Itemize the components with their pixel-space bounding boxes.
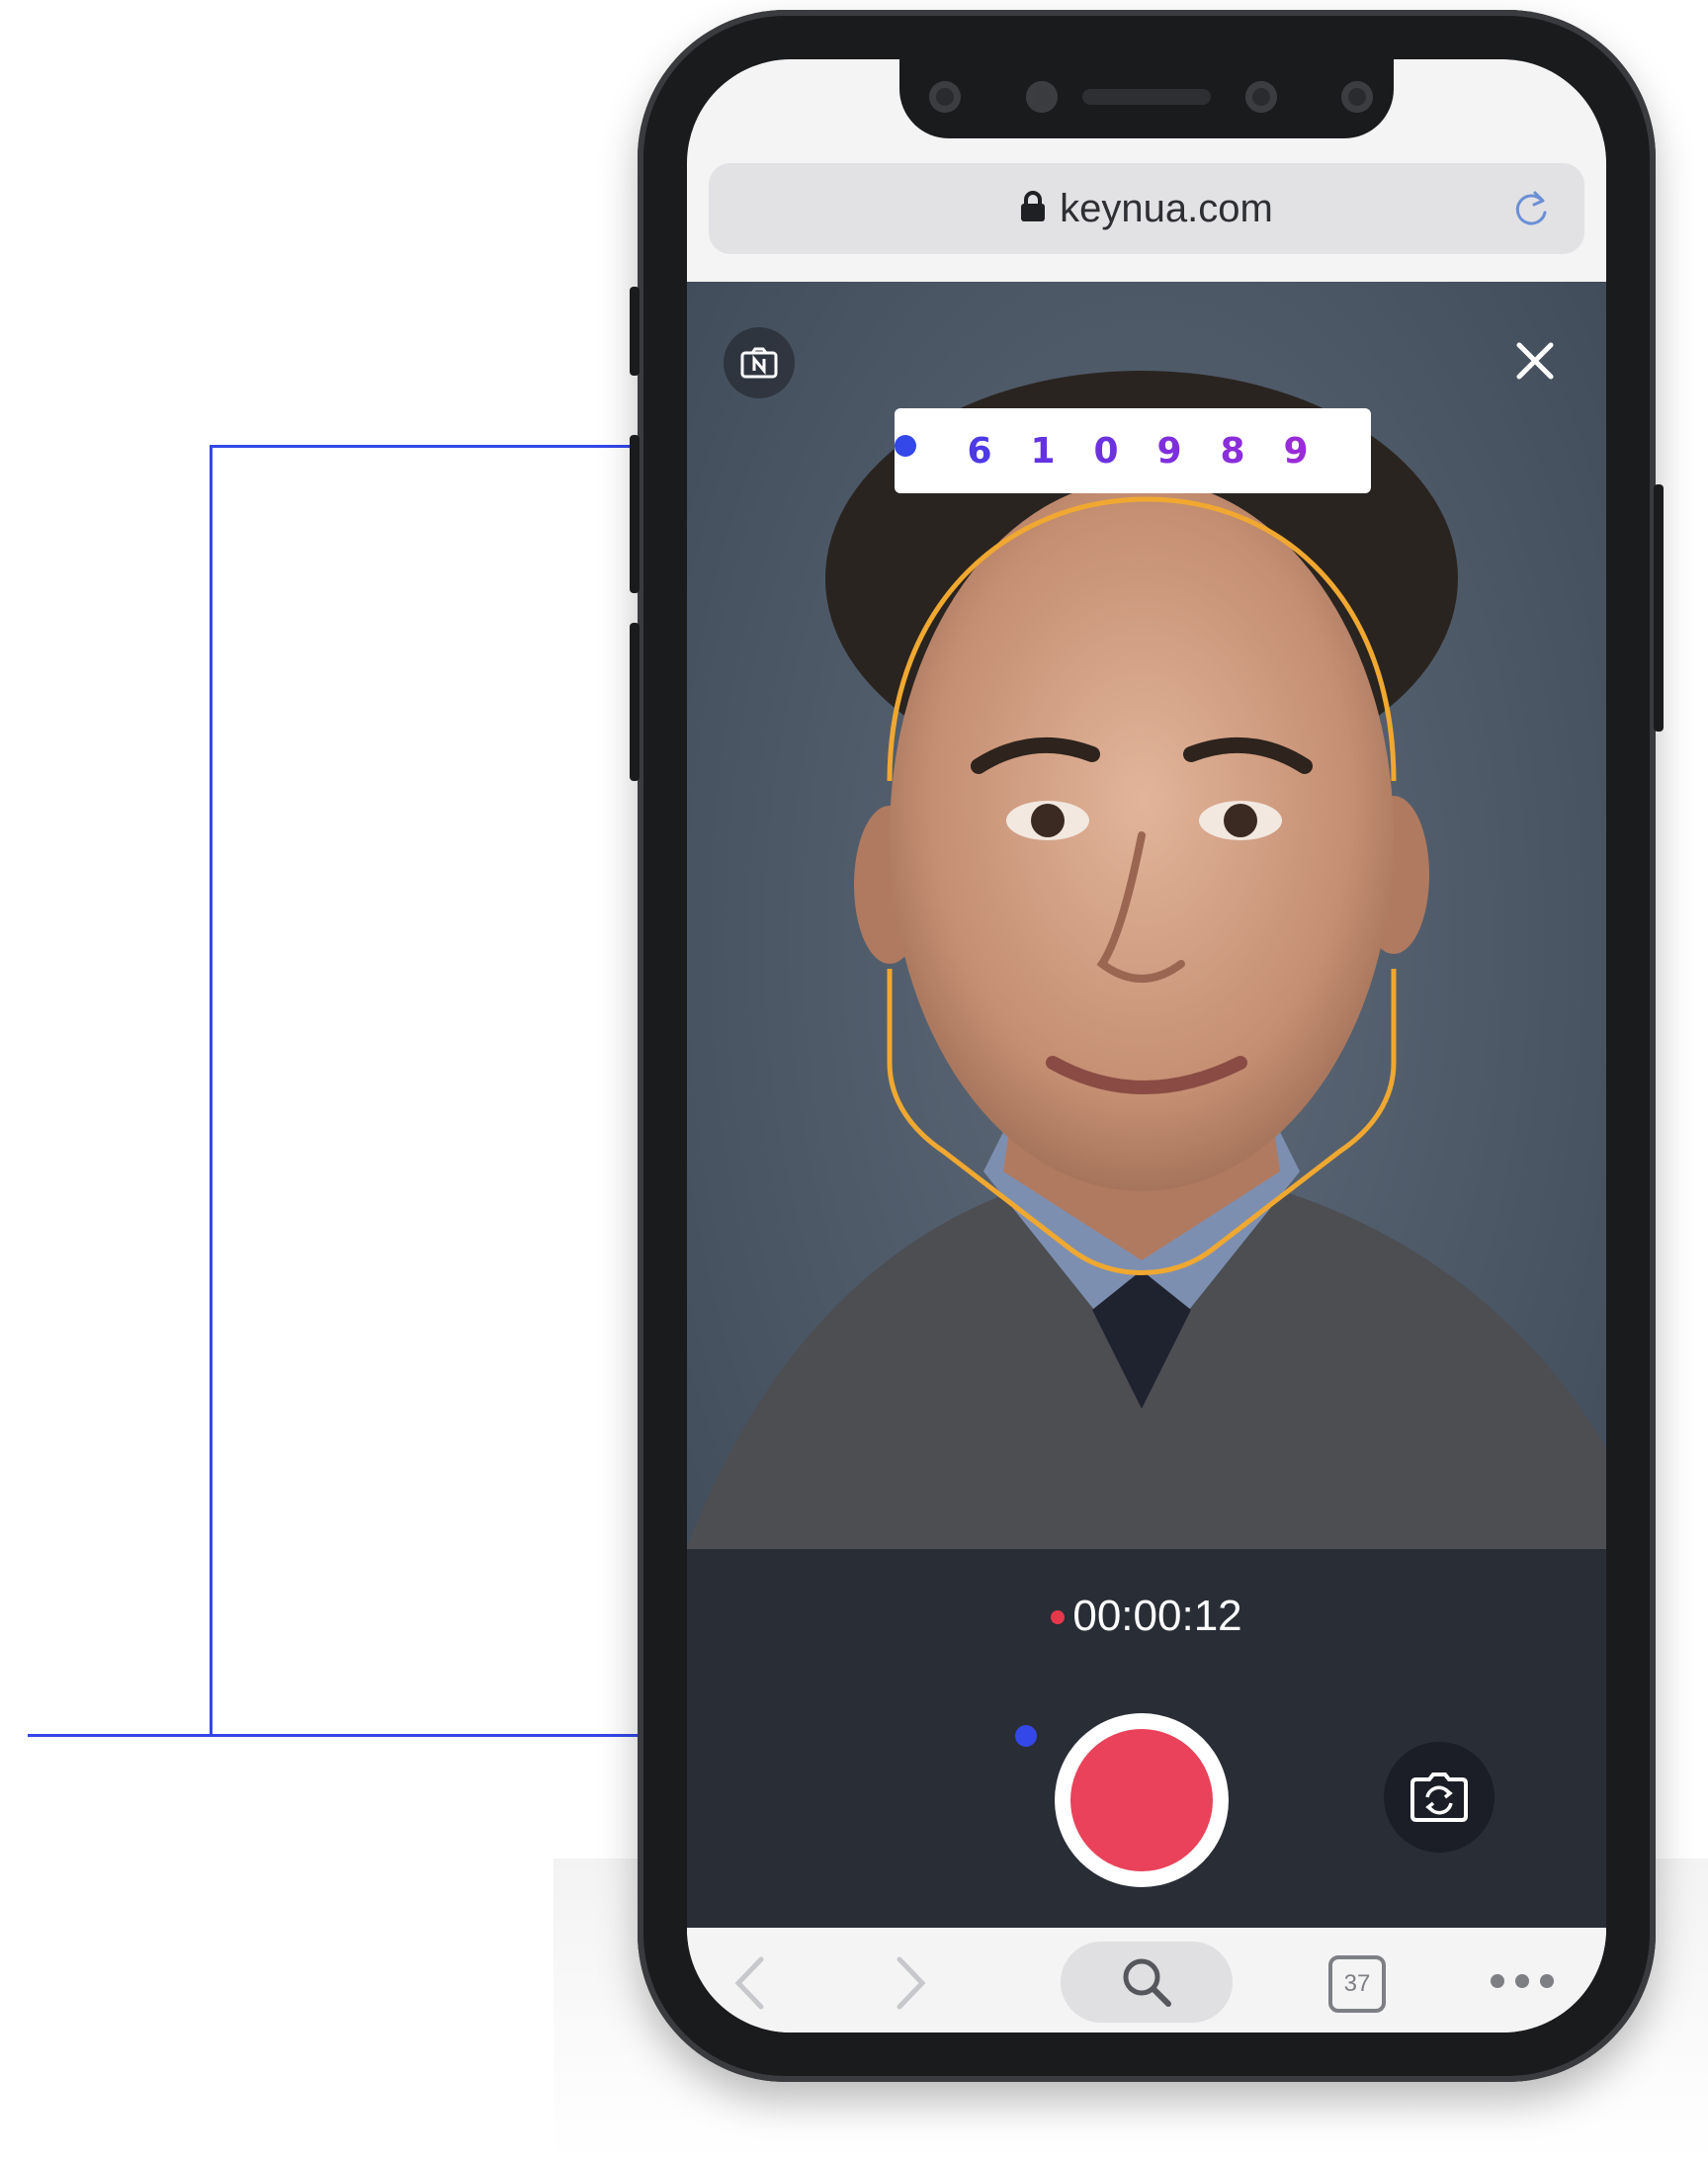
annotation-line-vertical — [210, 445, 213, 1736]
address-bar[interactable]: keynua.com — [709, 163, 1584, 254]
reload-icon[interactable] — [1509, 187, 1553, 230]
camera-preview: 6 1 0 9 8 9 00:00:12 — [687, 282, 1606, 1928]
tabs-button[interactable]: 37 — [1328, 1955, 1386, 2013]
close-icon[interactable] — [1505, 331, 1565, 390]
front-camera — [929, 81, 961, 113]
code-digit: 6 — [967, 430, 992, 472]
code-digit: 9 — [1156, 430, 1182, 472]
browser-toolbar: 37 — [687, 1928, 1606, 2032]
flip-camera-button[interactable] — [1384, 1742, 1494, 1853]
front-sensor — [1341, 81, 1373, 113]
phone-screen: keynua.com 6 1 0 9 8 9 00:00:12 37 — [687, 59, 1606, 2032]
code-digit: 8 — [1220, 430, 1245, 472]
side-button — [630, 623, 640, 781]
side-button — [630, 435, 640, 593]
phone-frame: keynua.com 6 1 0 9 8 9 00:00:12 37 — [630, 10, 1664, 2082]
front-sensor — [1026, 81, 1058, 113]
search-button[interactable] — [1061, 1942, 1233, 2023]
flip-camera-icon — [1410, 1773, 1468, 1822]
lock-icon — [1021, 191, 1046, 221]
record-button[interactable] — [1055, 1713, 1229, 1887]
annotation-dot-record — [1015, 1725, 1037, 1747]
tab-count: 37 — [1343, 1970, 1371, 1997]
notch — [899, 59, 1394, 138]
recording-indicator-icon — [1051, 1610, 1066, 1624]
recording-timer: 00:00:12 — [687, 1592, 1606, 1641]
chevron-left-icon[interactable] — [726, 1953, 776, 2013]
chevron-right-icon[interactable] — [885, 1953, 934, 2013]
side-button — [630, 287, 640, 376]
url-text: keynua.com — [1060, 186, 1273, 230]
more-icon[interactable] — [1488, 1971, 1557, 1991]
front-sensor — [1245, 81, 1277, 113]
timer-text: 00:00:12 — [1072, 1592, 1242, 1640]
earpiece-speaker — [1082, 89, 1211, 105]
annotation-dot-code — [895, 435, 916, 457]
id-card-icon — [740, 347, 778, 379]
search-icon — [1123, 1958, 1171, 2007]
side-button — [1654, 484, 1664, 732]
verification-code: 6 1 0 9 8 9 — [895, 408, 1371, 493]
record-icon — [1070, 1729, 1213, 1871]
code-digit: 9 — [1283, 430, 1309, 472]
code-digit: 0 — [1093, 430, 1119, 472]
code-digit: 1 — [1030, 430, 1056, 472]
id-card-button[interactable] — [724, 327, 795, 398]
